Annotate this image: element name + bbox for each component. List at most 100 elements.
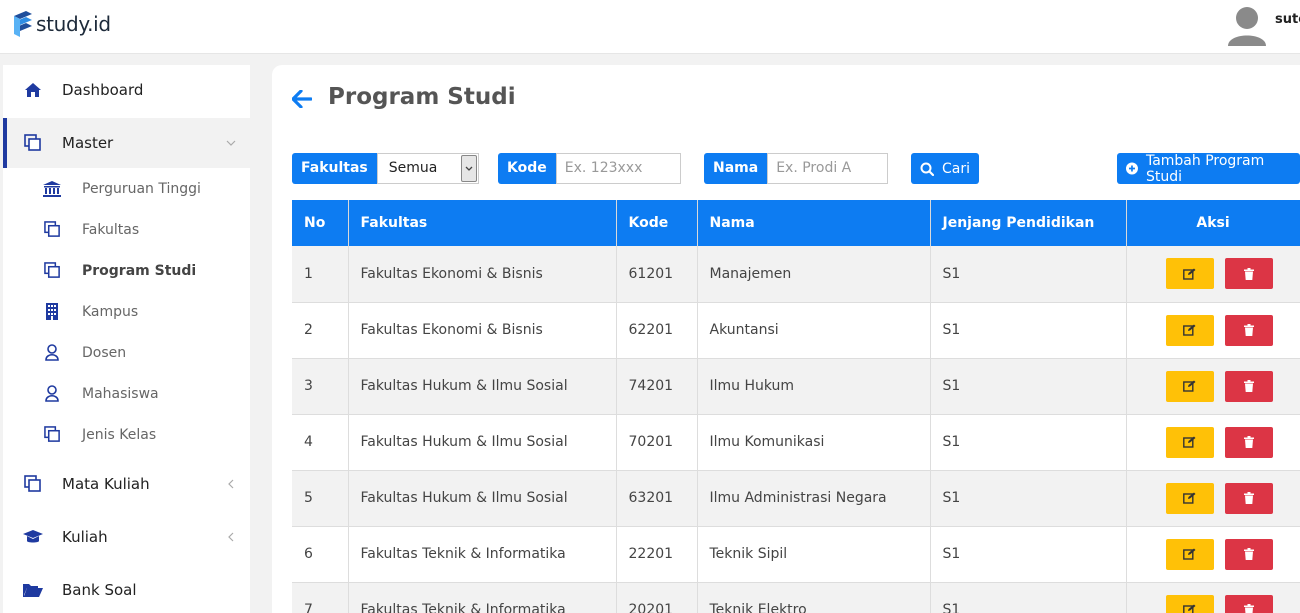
nama-filter: Nama Ex. Prodi A <box>704 153 889 184</box>
plus-circle-icon <box>1126 162 1138 175</box>
column-header[interactable]: Nama <box>697 200 931 246</box>
actions-cell <box>1126 470 1300 527</box>
sidebar-item-mata-kuliah[interactable]: Mata Kuliah <box>3 459 250 509</box>
table-cell: Ilmu Hukum <box>697 358 931 415</box>
sidebar-item-mahasiswa[interactable]: Mahasiswa <box>3 373 250 414</box>
trash-icon <box>1243 324 1254 336</box>
table-cell: S1 <box>930 526 1127 583</box>
table-cell: Fakultas Teknik & Informatika <box>348 526 617 583</box>
table-cell: S1 <box>930 582 1127 613</box>
table-cell: 4 <box>292 414 349 471</box>
trash-icon <box>1243 492 1254 504</box>
sidebar-item-label: Perguruan Tinggi <box>82 180 201 197</box>
table-cell: Teknik Elektro <box>697 582 931 613</box>
sidebar-item-label: Program Studi <box>82 262 197 279</box>
table-cell: S1 <box>930 470 1127 527</box>
delete-button[interactable] <box>1224 258 1273 290</box>
page-title: Program Studi <box>328 84 516 110</box>
delete-button[interactable] <box>1224 426 1273 458</box>
column-header[interactable]: Jenjang Pendidikan <box>930 200 1127 246</box>
table-cell: Fakultas Ekonomi & Bisnis <box>348 302 617 359</box>
folder-open-icon <box>23 580 43 600</box>
table-row: 4 Fakultas Hukum & Ilmu Sosial 70201 Ilmu K… <box>292 414 1300 471</box>
copy-icon <box>43 262 61 280</box>
nama-input[interactable]: Ex. Prodi A <box>767 153 889 184</box>
sidebar-item-master[interactable]: Master <box>3 118 250 168</box>
actions-cell <box>1126 358 1300 415</box>
sidebar-item-kuliah[interactable]: Kuliah <box>3 512 250 562</box>
table-cell: Ilmu Administrasi Negara <box>697 470 931 527</box>
delete-button[interactable] <box>1224 314 1273 346</box>
trash-icon <box>1243 548 1254 560</box>
column-header[interactable]: Fakultas <box>348 200 617 246</box>
column-header[interactable]: Kode <box>616 200 698 246</box>
sidebar-item-fakultas[interactable]: Fakultas <box>3 209 250 250</box>
edit-button[interactable] <box>1165 594 1214 613</box>
username[interactable]: sute <box>1275 12 1300 27</box>
edit-button[interactable] <box>1165 482 1214 514</box>
table-header-row: No Fakultas Kode Nama Jenjang Pendidikan… <box>292 200 1300 246</box>
edit-button[interactable] <box>1165 314 1214 346</box>
edit-button[interactable] <box>1165 258 1214 290</box>
actions-cell <box>1126 414 1300 471</box>
chevron-left-icon <box>228 479 234 489</box>
trash-icon <box>1243 436 1254 448</box>
sidebar-item-label: Jenis Kelas <box>82 426 157 443</box>
logo[interactable]: study.id <box>12 10 111 38</box>
edit-icon <box>1183 324 1196 336</box>
kode-filter-label: Kode <box>498 153 556 184</box>
logo-icon <box>14 11 32 37</box>
search-button[interactable]: Cari <box>911 153 979 184</box>
fakultas-select-value: Semua <box>388 160 438 176</box>
delete-button[interactable] <box>1224 538 1273 570</box>
kode-input[interactable]: Ex. 123xxx <box>555 153 681 184</box>
edit-icon <box>1183 268 1196 280</box>
fakultas-filter: Fakultas Semua <box>292 153 479 184</box>
delete-button[interactable] <box>1224 370 1273 402</box>
logo-text: study.id <box>36 12 111 36</box>
table-cell: 61201 <box>616 246 698 303</box>
sidebar-item-label: Dashboard <box>62 81 144 99</box>
edit-button[interactable] <box>1165 538 1214 570</box>
delete-button[interactable] <box>1224 594 1273 613</box>
back-arrow-icon[interactable] <box>292 90 312 108</box>
sidebar: Dashboard Master Perguruan Tinggi Fakult… <box>3 65 250 613</box>
table-cell: Fakultas Hukum & Ilmu Sosial <box>348 358 617 415</box>
add-program-studi-button[interactable]: Tambah Program Studi <box>1117 152 1300 185</box>
sidebar-item-label: Dosen <box>82 344 127 361</box>
table-cell: Fakultas Ekonomi & Bisnis <box>348 246 617 303</box>
table-cell: Manajemen <box>697 246 931 303</box>
chevron-down-icon[interactable] <box>460 155 477 182</box>
actions-cell <box>1126 526 1300 583</box>
sidebar-item-program-studi[interactable]: Program Studi <box>3 250 250 291</box>
table-cell: 2 <box>292 302 349 359</box>
delete-button[interactable] <box>1224 482 1273 514</box>
edit-button[interactable] <box>1165 426 1214 458</box>
copy-icon <box>23 133 43 153</box>
sidebar-item-label: Mata Kuliah <box>62 475 150 493</box>
trash-icon <box>1243 380 1254 392</box>
sidebar-item-label: Mahasiswa <box>82 385 159 402</box>
fakultas-select[interactable]: Semua <box>376 153 479 184</box>
edit-button[interactable] <box>1165 370 1214 402</box>
sidebar-item-jenis-kelas[interactable]: Jenis Kelas <box>3 414 250 455</box>
building-icon <box>43 303 61 321</box>
column-header[interactable]: No <box>292 200 349 246</box>
edit-icon <box>1183 548 1196 560</box>
sidebar-item-label: Master <box>62 134 114 152</box>
sidebar-item-perguruan-tinggi[interactable]: Perguruan Tinggi <box>3 168 250 209</box>
user-icon <box>43 385 61 403</box>
copy-icon <box>23 474 43 494</box>
sidebar-item-label: Kuliah <box>62 528 108 546</box>
avatar[interactable] <box>1228 4 1266 46</box>
fakultas-filter-label: Fakultas <box>292 153 377 184</box>
table-cell: Teknik Sipil <box>697 526 931 583</box>
trash-icon <box>1243 604 1254 613</box>
table-cell: Fakultas Hukum & Ilmu Sosial <box>348 414 617 471</box>
add-button-label: Tambah Program Studi <box>1145 152 1265 185</box>
sidebar-item-bank-soal[interactable]: Bank Soal <box>3 565 250 613</box>
actions-cell <box>1126 246 1300 303</box>
sidebar-item-dashboard[interactable]: Dashboard <box>3 65 250 115</box>
sidebar-item-kampus[interactable]: Kampus <box>3 291 250 332</box>
sidebar-item-dosen[interactable]: Dosen <box>3 332 250 373</box>
